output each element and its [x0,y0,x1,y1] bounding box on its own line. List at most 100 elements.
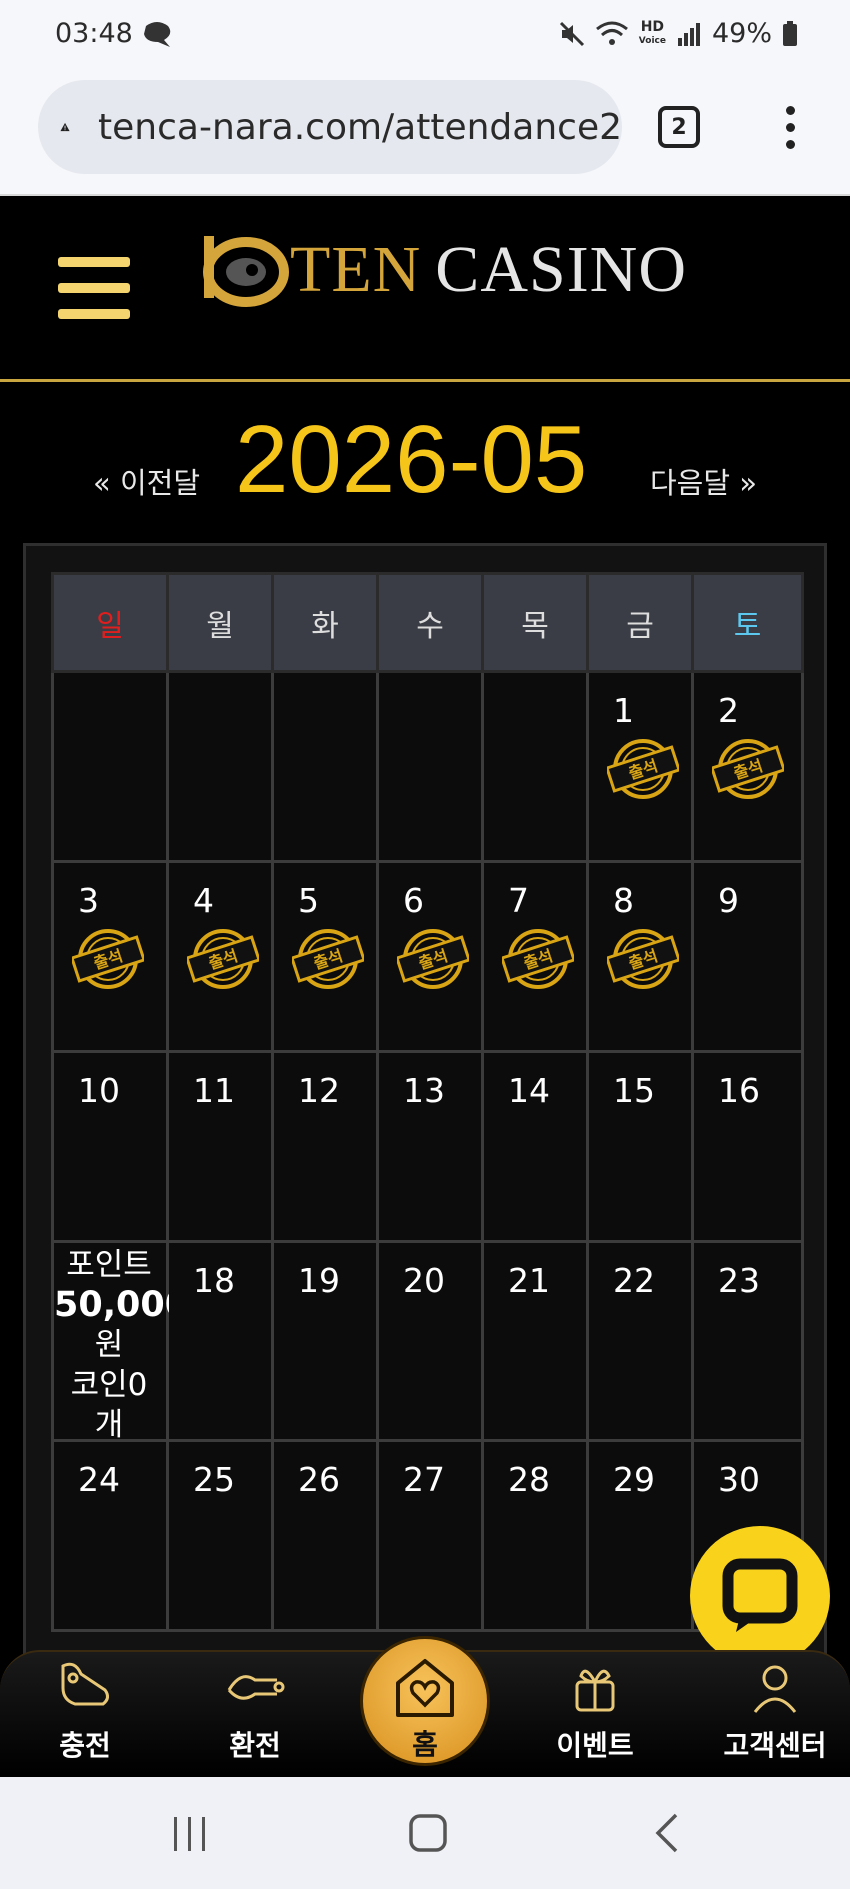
back-icon[interactable] [652,1813,680,1853]
weekday-header-row: 일 월 화 수 목 금 토 [51,572,804,673]
day-number: 4 [193,881,214,920]
gift-icon [575,1669,615,1712]
day-number: 25 [193,1460,235,1499]
browser-toolbar: tenca-nara.com/attendance2 2 [0,76,850,196]
calendar-day-empty [271,670,379,863]
day-number: 15 [613,1071,655,1110]
tab-switcher-button[interactable]: 2 [658,106,700,148]
calendar-day-2: 2 출석 [691,670,804,863]
nav-home-button[interactable]: 홈 [360,1636,490,1766]
home-heart-icon [396,1659,454,1717]
wifi-icon [595,21,628,45]
nav-event-label: 이벤트 [556,1729,634,1762]
calendar-week-row: 10 11 12 13 14 15 16 [51,1050,804,1243]
calendar-day-1: 1 출석 [586,670,694,863]
nav-support-label: 고객센터 [723,1729,827,1762]
day-number: 29 [613,1460,655,1499]
calendar-day-15: 15 [586,1050,694,1243]
warning-icon[interactable] [60,105,70,149]
day-number: 26 [298,1460,340,1499]
battery-percent: 49% [711,18,772,49]
calendar-day-10: 10 [51,1050,169,1243]
day-number: 30 [718,1460,760,1499]
nav-event[interactable]: 이벤트 [535,1652,655,1764]
weekday-sat: 토 [691,572,804,673]
current-month-title: 2026-05 [235,406,588,513]
home-icon[interactable] [408,1813,448,1853]
calendar-day-26: 26 [271,1439,379,1632]
more-menu-icon[interactable] [784,106,796,150]
status-time: 03:48 [55,18,133,49]
calendar-day-16: 16 [691,1050,804,1243]
calendar-day-18: 18 [166,1240,274,1442]
address-bar[interactable]: tenca-nara.com/attendance2 [38,80,622,174]
day-number: 3 [78,881,99,920]
day-number: 12 [298,1071,340,1110]
signal-icon [677,22,700,46]
day-number: 5 [298,881,319,920]
calendar-day-empty [51,670,169,863]
month-navigation: « 이전달 2026-05 다음달 » [0,405,850,515]
day-number: 22 [613,1261,655,1300]
calendar-week-row: 3 출석 4 출석 5 출석 6 출석 7 출석 8 출석 9 [51,860,804,1053]
calendar-day-29: 29 [586,1439,694,1632]
calendar-day-27: 27 [376,1439,484,1632]
status-bar: 03:48 HD Voice 49% [0,0,850,76]
calendar-week-row: 1 출석 2 출석 [51,670,804,863]
calendar-day-3: 3 출석 [51,860,169,1053]
calendar-day-28: 28 [481,1439,589,1632]
point-reward-info: 포인트 50,000 원 코인0 개 [54,1243,189,1445]
point-coin: 코인0 [70,1367,148,1403]
weekday-mon: 월 [166,572,274,673]
attendance-stamp-icon: 출석 [712,739,784,799]
day-number: 6 [403,881,424,920]
nav-support[interactable]: 고객센터 [705,1652,845,1764]
day-number: 8 [613,881,634,920]
day-number: 10 [78,1071,120,1110]
site-header: TEN CASINO [0,197,850,382]
nav-exchange[interactable]: 환전 [195,1652,315,1764]
nav-home-label: 홈 [412,1728,438,1761]
nav-charge[interactable]: 충전 [25,1652,145,1764]
attendance-stamp-icon: 출석 [187,929,259,989]
day-number: 18 [193,1261,235,1300]
calendar-day-24: 24 [51,1439,169,1632]
nav-charge-label: 충전 [59,1729,111,1762]
logo-casino-text: CASINO [435,233,687,306]
day-number: 7 [508,881,529,920]
messenger-icon [144,22,171,47]
calendar-day-empty [376,670,484,863]
calendar-day-empty [166,670,274,863]
weekday-fri: 금 [586,572,694,673]
day-number: 19 [298,1261,340,1300]
logo-ten-text: TEN [290,233,422,306]
recent-apps-icon[interactable] [170,1815,210,1853]
attendance-stamp-icon: 출석 [397,929,469,989]
weekday-wed: 수 [376,572,484,673]
calendar-day-empty [481,670,589,863]
point-label: 포인트 [66,1247,152,1283]
chat-button[interactable] [690,1526,830,1666]
mute-icon [559,21,584,46]
attendance-stamp-icon: 출석 [607,929,679,989]
prev-month-link[interactable]: « 이전달 [93,460,200,502]
logo-mark-icon [203,236,289,307]
day-number: 11 [193,1071,235,1110]
calendar-day-19: 19 [271,1240,379,1442]
url-text[interactable]: tenca-nara.com/attendance2 [98,107,622,148]
calendar-day-6: 6 출석 [376,860,484,1053]
system-navigation-bar [0,1777,850,1889]
day-number: 23 [718,1261,760,1300]
weekday-sun: 일 [51,572,169,673]
calendar-day-23: 23 [691,1240,804,1442]
next-month-link[interactable]: 다음달 » [650,460,757,502]
hamburger-menu-icon[interactable] [58,257,130,319]
site-logo[interactable]: TEN CASINO [196,225,687,315]
attendance-stamp-icon: 출석 [72,929,144,989]
exchange-icon [227,1675,285,1700]
battery-icon [783,20,797,46]
hd-voice-icon: HD Voice [638,18,666,46]
point-coin-unit: 개 [94,1407,124,1443]
point-unit: 원 [94,1327,124,1363]
day-number: 28 [508,1460,550,1499]
